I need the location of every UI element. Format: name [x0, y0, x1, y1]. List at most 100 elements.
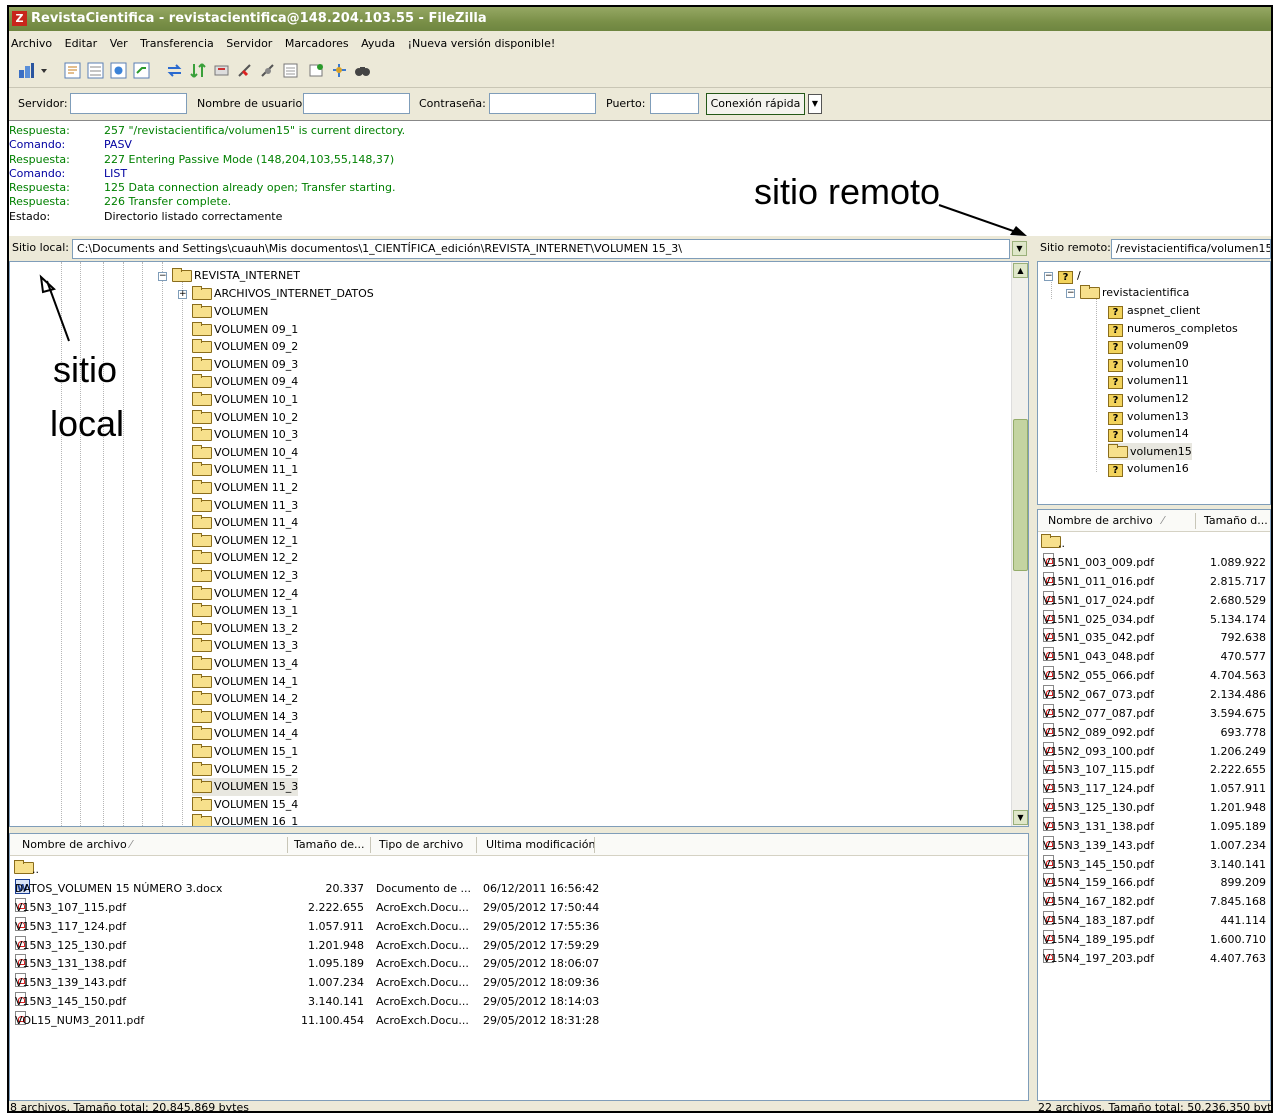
remote-file-row[interactable]: V15N1_003_009.pdf 1.089.922 [1038, 553, 1270, 572]
remote-tree-node-volumen13[interactable]: ? volumen13 [1108, 408, 1189, 426]
collapse-icon[interactable]: − [1066, 289, 1075, 298]
menu-marcadores[interactable]: Marcadores [285, 37, 349, 50]
local-tree-scrollbar[interactable]: ▲ ▼ [1011, 262, 1028, 826]
cancel-icon[interactable] [212, 61, 231, 80]
local-file-row[interactable]: V15N3_107_115.pdf 2.222.655 AcroExch.Docu.… [10, 897, 1028, 917]
tree-node-volumen-13-2[interactable]: VOLUMEN 13_2 [192, 620, 298, 638]
local-file-row[interactable]: DATOS_VOLUMEN 15 NÚMERO 3.docx 20.337 Docu… [10, 879, 1028, 898]
menu-ayuda[interactable]: Ayuda [361, 37, 395, 50]
disconnect-icon[interactable] [235, 61, 254, 80]
tree-node-volumen-15-1[interactable]: VOLUMEN 15_1 [192, 743, 298, 761]
column-header-size[interactable]: Tamaño de... [294, 838, 365, 851]
directory-listing-icon[interactable] [281, 61, 300, 80]
tree-node-volumen-11-4[interactable]: VOLUMEN 11_4 [192, 514, 298, 532]
remote-file-row[interactable]: V15N2_093_100.pdf 1.206.249 [1038, 741, 1270, 761]
tree-node-volumen-13-1[interactable]: VOLUMEN 13_1 [192, 602, 298, 620]
port-input[interactable] [650, 93, 699, 114]
remote-tree-node-volumen14[interactable]: ? volumen14 [1108, 425, 1189, 443]
local-file-row[interactable]: VOL15_NUM3_2011.pdf 11.100.454 AcroExch.Do… [10, 1010, 1028, 1030]
host-input[interactable] [70, 93, 187, 114]
local-tree-icon[interactable] [86, 61, 105, 80]
reconnect-icon[interactable] [258, 61, 277, 80]
tree-node-archivos-internet-datos[interactable]: + ARCHIVOS_INTERNET_DATOS [178, 285, 374, 303]
scroll-up-icon[interactable]: ▲ [1013, 263, 1028, 278]
remote-tree-node-volumen09[interactable]: ? volumen09 [1108, 337, 1189, 355]
parent-directory-row[interactable]: .. [10, 860, 1028, 879]
remote-file-row[interactable]: V15N1_025_034.pdf 5.134.174 [1038, 609, 1270, 629]
tree-node-volumen-11-1[interactable]: VOLUMEN 11_1 [192, 461, 298, 479]
tree-node-volumen-14-1[interactable]: VOLUMEN 14_1 [192, 673, 298, 691]
tree-node-volumen-12-4[interactable]: VOLUMEN 12_4 [192, 585, 298, 603]
menu-transferencia[interactable]: Transferencia [140, 37, 214, 50]
column-separator[interactable] [476, 837, 477, 853]
tree-node-volumen-14-3[interactable]: VOLUMEN 14_3 [192, 708, 298, 726]
menu-editar[interactable]: Editar [65, 37, 98, 50]
tree-node-volumen-16-1[interactable]: VOLUMEN 16_1 [192, 813, 298, 826]
tree-node-volumen-09-3[interactable]: VOLUMEN 09_3 [192, 356, 298, 374]
collapse-icon[interactable]: − [1044, 272, 1053, 281]
remote-file-row[interactable]: V15N4_183_187.pdf 441.114 [1038, 911, 1270, 930]
remote-tree-node-volumen12[interactable]: ? volumen12 [1108, 390, 1189, 408]
sync-browse-icon[interactable] [330, 61, 349, 80]
local-file-row[interactable]: V15N3_131_138.pdf 1.095.189 AcroExch.Docu.… [10, 954, 1028, 973]
menu-ver[interactable]: Ver [110, 37, 128, 50]
local-file-row[interactable]: V15N3_117_124.pdf 1.057.911 AcroExch.Docu.… [10, 916, 1028, 936]
search-icon[interactable] [353, 61, 372, 80]
remote-file-row[interactable]: V15N3_139_143.pdf 1.007.234 [1038, 835, 1270, 855]
tree-node-volumen-13-4[interactable]: VOLUMEN 13_4 [192, 655, 298, 673]
transfer-queue-icon[interactable] [132, 61, 151, 80]
username-input[interactable] [303, 93, 410, 114]
remote-tree-node-volumen15[interactable]: volumen15 [1108, 442, 1192, 461]
local-path-input[interactable]: C:\Documents and Settings\cuauh\Mis docu… [72, 239, 1010, 259]
tree-node-volumen-09-4[interactable]: VOLUMEN 09_4 [192, 373, 298, 391]
remote-file-row[interactable]: V15N3_131_138.pdf 1.095.189 [1038, 816, 1270, 836]
password-input[interactable] [489, 93, 596, 114]
column-separator[interactable] [287, 837, 288, 853]
parent-directory-row[interactable]: .. [1038, 534, 1270, 553]
tree-node-volumen-11-3[interactable]: VOLUMEN 11_3 [192, 497, 298, 515]
remote-tree-node-numeros-completos[interactable]: ? numeros_completos [1108, 320, 1238, 338]
message-log-icon[interactable] [63, 61, 82, 80]
remote-file-row[interactable]: V15N4_159_166.pdf 899.209 [1038, 873, 1270, 892]
remote-file-row[interactable]: V15N3_107_115.pdf 2.222.655 [1038, 760, 1270, 779]
quickconnect-dropdown-button[interactable]: ▼ [808, 94, 822, 114]
tree-node-volumen[interactable]: VOLUMEN [192, 303, 268, 321]
process-queue-icon[interactable] [189, 61, 208, 80]
scroll-down-icon[interactable]: ▼ [1013, 810, 1028, 825]
local-file-row[interactable]: V15N3_145_150.pdf 3.140.141 AcroExch.Docu.… [10, 992, 1028, 1011]
menu-servidor[interactable]: Servidor [226, 37, 272, 50]
remote-file-row[interactable]: V15N1_035_042.pdf 792.638 [1038, 628, 1270, 647]
remote-file-row[interactable]: V15N2_089_092.pdf 693.778 [1038, 722, 1270, 742]
remote-tree-node-volumen16[interactable]: ? volumen16 [1108, 460, 1189, 478]
remote-file-row[interactable]: V15N3_125_130.pdf 1.201.948 [1038, 798, 1270, 817]
remote-file-row[interactable]: V15N4_189_195.pdf 1.600.710 [1038, 930, 1270, 949]
column-header-type[interactable]: Tipo de archivo [379, 838, 463, 851]
column-header-name[interactable]: Nombre de archivo [22, 838, 127, 851]
remote-file-row[interactable]: V15N1_011_016.pdf 2.815.717 [1038, 571, 1270, 591]
tree-node-volumen-10-1[interactable]: VOLUMEN 10_1 [192, 391, 298, 409]
remote-file-row[interactable]: V15N1_043_048.pdf 470.577 [1038, 647, 1270, 666]
remote-tree-node-aspnet-client[interactable]: ? aspnet_client [1108, 302, 1200, 320]
remote-file-row[interactable]: V15N2_077_087.pdf 3.594.675 [1038, 703, 1270, 723]
tree-node-volumen-14-2[interactable]: VOLUMEN 14_2 [192, 690, 298, 708]
quickconnect-button[interactable]: Conexión rápida [706, 93, 805, 115]
tree-node-volumen-11-2[interactable]: VOLUMEN 11_2 [192, 479, 298, 497]
tree-node-volumen-15-3[interactable]: VOLUMEN 15_3 [192, 778, 299, 796]
tree-node-volumen-12-1[interactable]: VOLUMEN 12_1 [192, 532, 298, 550]
column-separator[interactable] [370, 837, 371, 853]
remote-tree-site[interactable]: − revistacientifica [1066, 284, 1189, 302]
tree-node-volumen-12-3[interactable]: VOLUMEN 12_3 [192, 567, 298, 585]
tree-node-volumen-10-4[interactable]: VOLUMEN 10_4 [192, 444, 298, 462]
local-file-row[interactable]: V15N3_139_143.pdf 1.007.234 AcroExch.Docu.… [10, 973, 1028, 992]
tree-node-volumen-14-4[interactable]: VOLUMEN 14_4 [192, 725, 298, 743]
collapse-icon[interactable]: − [158, 272, 167, 281]
remote-tree-node-volumen11[interactable]: ? volumen11 [1108, 372, 1189, 390]
remote-tree-icon[interactable] [109, 61, 128, 80]
tree-node-volumen-15-4[interactable]: VOLUMEN 15_4 [192, 796, 298, 814]
tree-node-volumen-09-1[interactable]: VOLUMEN 09_1 [192, 321, 298, 339]
tree-node-volumen-09-2[interactable]: VOLUMEN 09_2 [192, 338, 298, 356]
local-path-dropdown-icon[interactable]: ▼ [1012, 241, 1027, 256]
tree-node-volumen-10-2[interactable]: VOLUMEN 10_2 [192, 409, 298, 427]
remote-file-row[interactable]: V15N1_017_024.pdf 2.680.529 [1038, 590, 1270, 610]
tree-node-volumen-10-3[interactable]: VOLUMEN 10_3 [192, 426, 298, 444]
